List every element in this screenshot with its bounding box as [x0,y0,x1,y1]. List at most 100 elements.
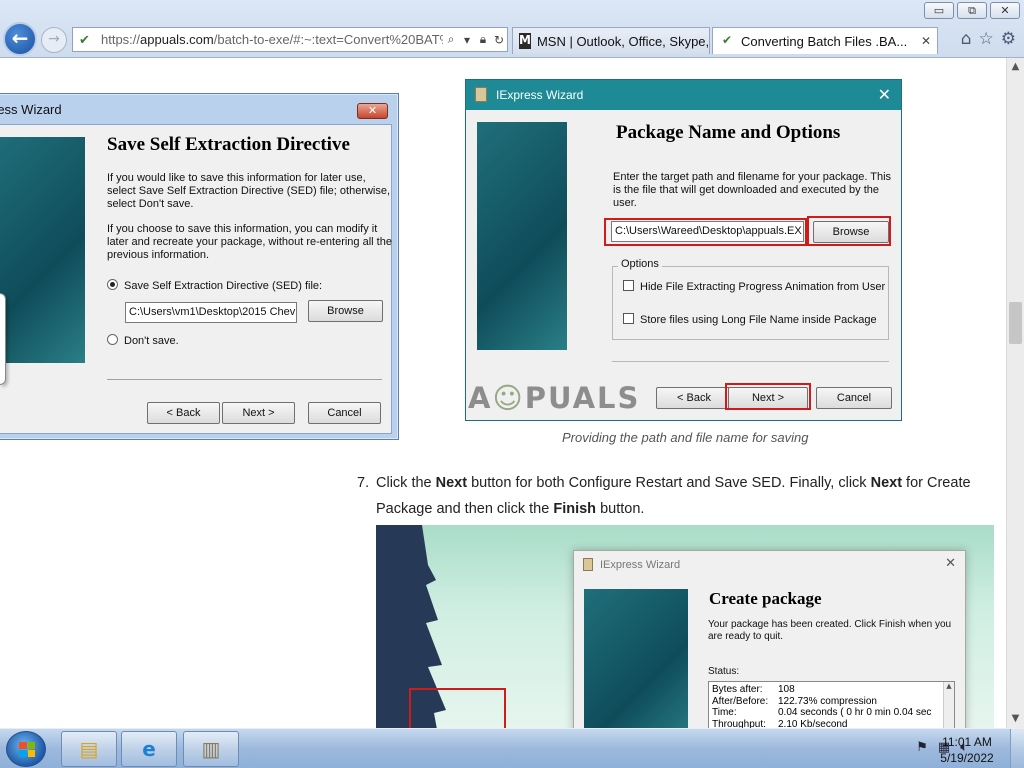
radio-selected-icon [107,279,118,290]
minimize-button[interactable]: ▭ [924,2,954,19]
close-icon: ✕ [877,85,891,104]
wizard-title: ress Wizard [0,102,62,117]
url-prefix: https:// [101,32,141,47]
status-row: After/Before: 122.73% compression [712,696,951,708]
wizard-paragraph: Your package has been created. Click Fin… [708,619,952,642]
cancel-button: Cancel [816,387,892,409]
lock-icon[interactable]: 🔒︎ [475,32,491,47]
wizard-side-graphic [0,137,85,363]
taskbar-explorer[interactable]: ▤ [61,731,117,767]
page-scrollbar[interactable]: ▲ ▼ [1006,58,1024,728]
clock[interactable]: 11:01 AM 5/19/2022 [932,734,1002,766]
taskbar-internet-explorer[interactable]: e [121,731,177,767]
status-label: Status: [708,666,740,677]
wizard-heading: Save Self Extraction Directive [107,134,350,155]
search-icon[interactable]: ⌕ [443,32,459,47]
scroll-thumb[interactable] [1009,302,1022,344]
option-2-label: Store files using Long File Name inside … [640,314,877,326]
start-button[interactable] [6,731,46,767]
internet-explorer-icon: e [142,737,156,761]
status-value: 2.10 Kb/second [778,718,848,729]
browser-chrome: ▭ ⧉ ✕ ← → ✔ https://appuals.com/batch-to… [0,0,1024,58]
iexpress-icon [475,87,487,102]
status-value: 108 [778,684,795,695]
options-label: Options [618,258,662,271]
tab-appuals[interactable]: ✔ Converting Batch Files .BA... ✕ [712,27,938,54]
browse-button: Browse [308,300,383,322]
tab-close-icon[interactable]: ✕ [921,34,931,48]
gear-icon[interactable]: ⚙ [1001,29,1016,49]
wizard-titlebar: IExpress Wizard ✕ [466,80,901,110]
action-center-flag-icon[interactable]: ⚑ [916,740,928,755]
refresh-icon[interactable]: ↻ [491,33,507,47]
home-icon[interactable]: ⌂ [961,29,972,49]
back-button: < Back [656,387,732,409]
status-scrollbar: ▲ [943,682,954,728]
appuals-favicon-icon: ✔ [79,32,90,48]
create-package-wizard: IExpress Wizard ✕ Create package Your pa… [573,550,966,728]
wizard-side-graphic [477,122,567,350]
next-button: Next > [222,402,295,424]
wizard-paragraph-2: If you choose to save this information, … [107,223,392,261]
status-row: Bytes after: 108 [712,684,951,696]
step-text-2: button for both Configure Restart and Sa… [467,475,871,491]
highlight-path [604,218,807,246]
scroll-down-icon[interactable]: ▼ [1007,710,1024,727]
step-bold-next-2: Next [870,475,903,491]
windows-logo-icon [19,742,35,757]
status-row: Throughput: 2.10 Kb/second [712,719,951,729]
folder-icon: ▤ [79,737,99,761]
tab-msn[interactable]: M MSN | Outlook, Office, Skype, ... [512,27,710,54]
url-host: appuals.com [140,32,214,47]
status-key: After/Before: [712,695,769,707]
iexpress-icon: ▥ [201,737,221,761]
address-url[interactable]: https://appuals.com/batch-to-exe/#:~:tex… [101,32,443,47]
step-text-1: Click the [376,475,436,491]
options-group [612,266,889,340]
radio-save-sed: Save Self Extraction Directive (SED) fil… [107,279,322,293]
clock-date: 5/19/2022 [940,751,994,765]
divider [107,379,382,380]
web-page: ress Wizard ✕ Save Self Extraction Direc… [0,58,1006,728]
taskbar-iexpress[interactable]: ▥ [183,731,239,767]
toolbar-icons: ⌂ ☆ ⚙ [961,29,1016,49]
option-hide-animation: Hide File Extracting Progress Animation … [623,280,885,294]
back-arrow-icon: ← [11,26,29,50]
show-desktop-button[interactable] [1010,729,1024,768]
radio-dont-save: Don't save. [107,334,179,348]
highlight-next [725,383,811,410]
status-row: Time: 0.04 seconds ( 0 hr 0 min 0.04 sec [712,707,951,719]
close-icon: ✕ [357,103,388,119]
back-button[interactable]: ← [3,22,37,56]
highlight-file [409,688,506,728]
restore-button[interactable]: ⧉ [957,2,987,19]
wizard-title: IExpress Wizard [496,88,584,102]
window-controls: ▭ ⧉ ✕ [924,2,1020,19]
divider [612,361,889,362]
close-window-button[interactable]: ✕ [990,2,1020,19]
forward-arrow-icon: → [48,31,60,47]
radio-save-label: Save Self Extraction Directive (SED) fil… [124,280,323,292]
checkbox-icon [623,313,634,324]
forward-button[interactable]: → [41,27,67,53]
wizard-side-graphic [584,589,688,728]
step-number: 7. [357,475,370,491]
scroll-up-icon[interactable]: ▲ [1007,58,1024,75]
image-save-sed-wizard: ress Wizard ✕ Save Self Extraction Direc… [0,93,399,440]
favorites-star-icon[interactable]: ☆ [979,29,994,49]
step-text-4: button. [596,501,645,517]
wizard-paragraph-1: If you would like to save this informati… [107,172,391,210]
cancel-button: Cancel [308,402,381,424]
status-value: 122.73% compression [778,695,877,707]
wizard-heading: Create package [709,589,822,608]
watermark-rest: PUALS [524,381,641,415]
tab-appuals-label: Converting Batch Files .BA... [741,33,908,49]
image-package-name-wizard: IExpress Wizard ✕ Package Name and Optio… [465,79,902,421]
dropdown-icon[interactable]: ▾ [459,33,475,47]
address-bar[interactable]: ✔ https://appuals.com/batch-to-exe/#:~:t… [72,27,508,52]
back-button: < Back [147,402,220,424]
checkbox-icon [623,280,634,291]
option-1-label: Hide File Extracting Progress Animation … [640,281,886,293]
option-long-filenames: Store files using Long File Name inside … [623,313,877,327]
status-key: Bytes after: [712,684,763,695]
